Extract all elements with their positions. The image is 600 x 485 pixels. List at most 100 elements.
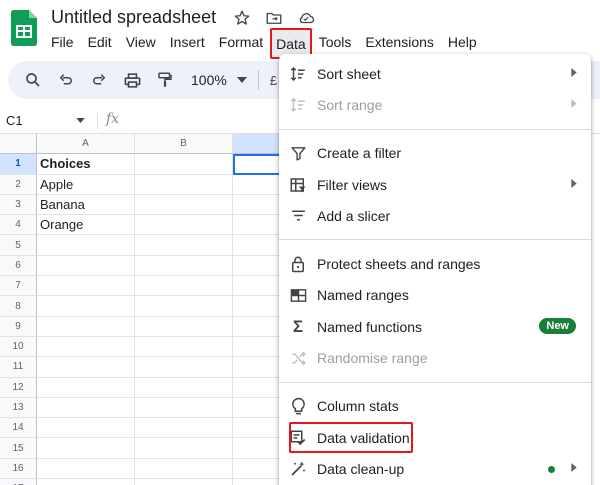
menu-item-protect-sheets[interactable]: Protect sheets and ranges xyxy=(279,248,591,279)
column-header-b[interactable]: B xyxy=(135,134,233,155)
row-header[interactable]: 14 xyxy=(0,418,37,439)
move-folder-icon[interactable] xyxy=(264,8,284,28)
search-menus-icon[interactable] xyxy=(22,69,44,91)
menu-view[interactable]: View xyxy=(119,31,163,59)
row-header[interactable]: 6 xyxy=(0,255,37,277)
cell-b[interactable] xyxy=(135,296,233,317)
row-header[interactable]: 7 xyxy=(0,276,37,297)
menu-item-sort-sheet[interactable]: Sort sheet xyxy=(279,58,591,89)
cell-a[interactable] xyxy=(37,418,135,439)
menu-item-create-filter[interactable]: Create a filter xyxy=(279,138,591,169)
currency-format-button[interactable]: £ xyxy=(270,73,277,88)
cell-a[interactable] xyxy=(37,458,135,480)
row-header[interactable]: 16 xyxy=(0,458,37,480)
menu-item-add-slicer[interactable]: Add a slicer xyxy=(279,200,591,231)
cell-b[interactable] xyxy=(135,377,233,398)
chevron-right-icon xyxy=(571,68,577,77)
menu-format[interactable]: Format xyxy=(212,31,270,59)
cell-a[interactable]: Banana xyxy=(37,194,135,216)
undo-icon[interactable] xyxy=(55,69,77,91)
row-header[interactable]: 8 xyxy=(0,296,37,317)
menu-item-filter-views[interactable]: Filter views xyxy=(279,169,591,200)
zoom-select[interactable]: 100% xyxy=(191,72,247,88)
cell-b[interactable] xyxy=(135,154,233,175)
cell-a[interactable] xyxy=(37,276,135,297)
name-box[interactable]: C1 xyxy=(6,113,23,128)
toolbar-divider xyxy=(257,70,259,90)
cell-a[interactable]: Orange xyxy=(37,215,135,236)
row-header[interactable]: 10 xyxy=(0,336,37,358)
cell-b[interactable] xyxy=(135,336,233,358)
row-header[interactable]: 11 xyxy=(0,357,37,378)
paint-format-icon[interactable] xyxy=(154,69,176,91)
column-header-a[interactable]: A xyxy=(37,134,135,155)
filter-icon xyxy=(290,146,306,161)
cell-a[interactable] xyxy=(37,479,135,485)
cell-b[interactable] xyxy=(135,357,233,378)
cell-a[interactable]: Apple xyxy=(37,174,135,195)
table-row: 11 xyxy=(0,357,293,378)
cell-b[interactable] xyxy=(135,276,233,297)
row-header[interactable]: 9 xyxy=(0,316,37,337)
row-header[interactable]: 13 xyxy=(0,397,37,419)
cell-b[interactable] xyxy=(135,215,233,236)
cell-a[interactable] xyxy=(37,397,135,419)
fx-icon: fx xyxy=(106,111,120,127)
select-all-corner[interactable] xyxy=(0,134,37,155)
lightbulb-icon xyxy=(291,397,305,415)
cloud-status-icon[interactable] xyxy=(296,8,316,28)
cell-a[interactable] xyxy=(37,255,135,277)
menu-insert[interactable]: Insert xyxy=(163,31,212,59)
row-header[interactable]: 4 xyxy=(0,215,37,236)
menu-item-data-validation[interactable]: Data validation xyxy=(279,421,591,453)
print-icon[interactable] xyxy=(121,69,143,91)
table-row: 9 xyxy=(0,316,293,337)
sheets-app: Untitled spreadsheet File Edit View Inse… xyxy=(0,0,600,485)
cell-b[interactable] xyxy=(135,316,233,337)
cell-b[interactable] xyxy=(135,438,233,459)
chevron-down-icon[interactable] xyxy=(76,118,85,123)
document-title[interactable]: Untitled spreadsheet xyxy=(51,7,216,28)
table-row: 6 xyxy=(0,255,293,277)
cell-b[interactable] xyxy=(135,194,233,216)
cell-a[interactable] xyxy=(37,336,135,358)
cell-a[interactable]: Choices xyxy=(37,154,135,175)
cell-b[interactable] xyxy=(135,458,233,480)
cell-a[interactable] xyxy=(37,357,135,378)
cell-b[interactable] xyxy=(135,479,233,485)
row-header[interactable]: 3 xyxy=(0,194,37,216)
cell-b[interactable] xyxy=(135,255,233,277)
menu-item-named-ranges[interactable]: Named ranges xyxy=(279,280,591,311)
cell-b[interactable] xyxy=(135,235,233,256)
title-icons xyxy=(232,8,316,28)
row-header[interactable]: 12 xyxy=(0,377,37,398)
row-header[interactable]: 15 xyxy=(0,438,37,459)
menu-item-named-functions[interactable]: Σ Named functions New xyxy=(279,311,591,342)
menu-divider xyxy=(279,128,591,130)
row-header[interactable]: 2 xyxy=(0,174,37,195)
table-row: 12 xyxy=(0,377,293,398)
star-icon[interactable] xyxy=(232,8,252,28)
cell-b[interactable] xyxy=(135,174,233,195)
redo-icon[interactable] xyxy=(88,69,110,91)
cell-a[interactable] xyxy=(37,296,135,317)
row-header[interactable]: 17 xyxy=(0,479,37,485)
row-header[interactable]: 1 xyxy=(0,154,37,175)
cell-b[interactable] xyxy=(135,418,233,439)
menu-item-sort-range: Sort range xyxy=(279,89,591,120)
menu-file[interactable]: File xyxy=(44,31,81,59)
cell-a[interactable] xyxy=(37,377,135,398)
cell-a[interactable] xyxy=(37,438,135,459)
sigma-icon: Σ xyxy=(292,316,304,336)
cell-a[interactable] xyxy=(37,316,135,337)
menu-edit[interactable]: Edit xyxy=(81,31,119,59)
table-row: 17 xyxy=(0,479,293,485)
menu-item-column-stats[interactable]: Column stats xyxy=(279,391,591,422)
row-header[interactable]: 5 xyxy=(0,235,37,256)
cell-b[interactable] xyxy=(135,397,233,419)
data-menu-dropdown: Sort sheet Sort range Create a filter Fi… xyxy=(279,54,591,485)
menu-item-data-cleanup[interactable]: Data clean-up xyxy=(279,453,591,484)
chevron-right-icon xyxy=(571,463,577,473)
cell-a[interactable] xyxy=(37,235,135,256)
sheets-logo-icon[interactable] xyxy=(11,10,37,46)
